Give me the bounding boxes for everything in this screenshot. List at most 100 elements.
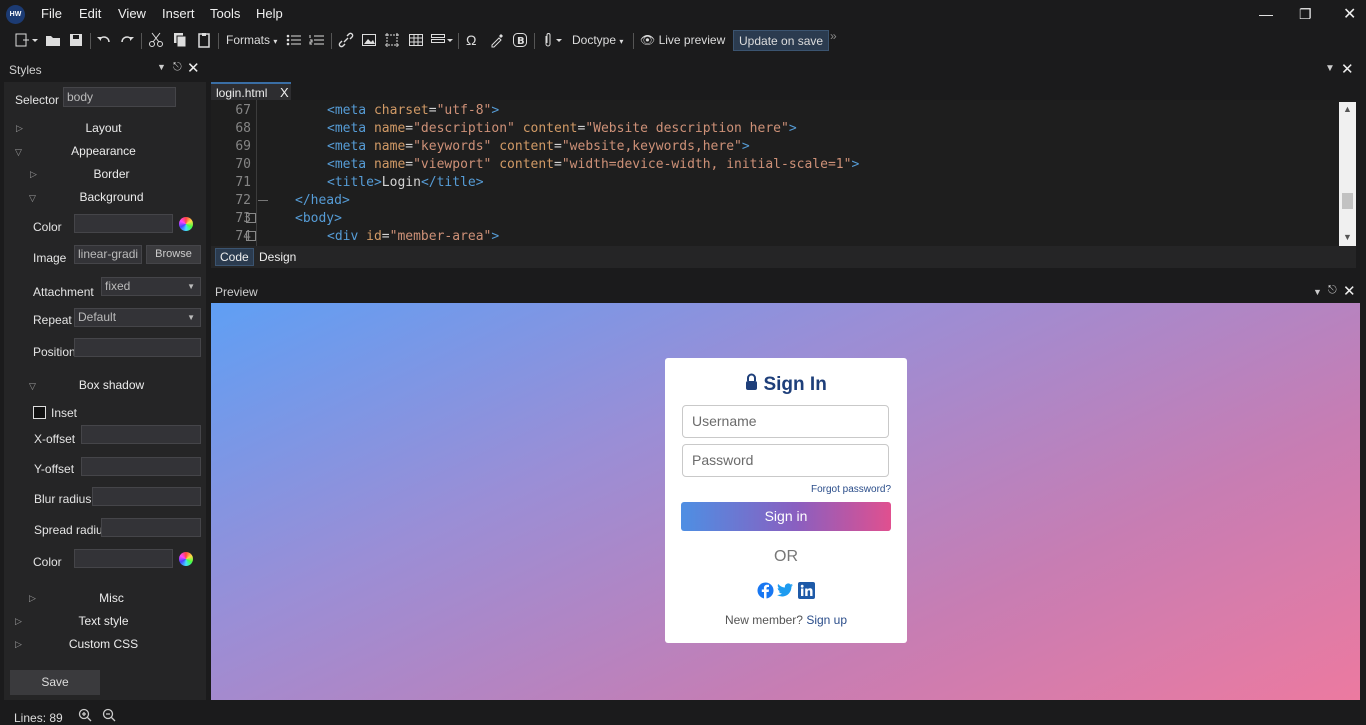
color-wheel-icon[interactable] [179,217,193,231]
blur-radius-input[interactable] [92,487,201,506]
text-style-section[interactable]: Text style [40,614,167,628]
fold-icon[interactable] [246,231,256,241]
attachment-select[interactable]: fixed ▼ [101,277,201,296]
forgot-password-link[interactable]: Forgot password? [811,484,891,495]
panel-menu-icon[interactable]: ▼ [157,62,166,72]
paste-icon[interactable] [196,32,212,49]
shadow-color-input[interactable] [74,549,173,568]
spread-radius-input[interactable] [101,518,201,537]
expand-icon[interactable]: ▷ [29,593,36,604]
y-offset-input[interactable] [81,457,201,476]
editor-menu-icon[interactable]: ▼ [1325,63,1335,74]
open-folder-icon[interactable] [45,32,61,49]
menu-insert[interactable]: Insert [162,6,195,21]
scroll-thumb[interactable] [1342,193,1353,209]
inset-checkbox[interactable] [33,406,46,419]
background-section[interactable]: Background [48,190,175,204]
close-preview-icon[interactable]: ✕ [1343,282,1356,300]
restore-icon[interactable]: ❐ [1299,6,1312,23]
formats-dropdown[interactable]: Formats ▾ [226,32,277,49]
username-input[interactable]: Username [682,405,889,438]
zoom-in-icon[interactable] [78,708,92,725]
color-picker-icon[interactable] [489,32,505,49]
table-icon[interactable] [408,32,424,49]
div-box-icon[interactable] [384,32,400,49]
expand-icon[interactable]: ▷ [16,123,23,134]
numbered-list-icon[interactable] [309,32,325,49]
code-editor[interactable]: 67 68 69 70 71 72 73 74 <meta charset="u… [211,100,1356,246]
attachment-icon[interactable] [541,32,565,49]
tab-code[interactable]: Code [215,248,254,266]
scroll-down-icon[interactable]: ▼ [1343,232,1352,242]
image-icon[interactable] [361,32,377,49]
link-icon[interactable] [338,32,354,49]
update-on-save-button[interactable]: Update on save [733,30,830,51]
save-button[interactable]: Save [10,670,100,695]
pin-icon[interactable]: ⎋ [173,61,182,74]
signup-line: New member? Sign up [665,613,907,627]
facebook-icon[interactable] [757,582,774,602]
x-offset-input[interactable] [81,425,201,444]
scroll-up-icon[interactable]: ▲ [1343,104,1352,114]
pin-icon[interactable]: ⎋ [1328,284,1337,297]
preview-menu-icon[interactable]: ▼ [1313,287,1322,297]
menu-tools[interactable]: Tools [210,6,240,21]
color-wheel-icon[interactable] [179,552,193,566]
close-panel-icon[interactable]: ✕ [187,59,200,77]
cut-icon[interactable] [148,32,164,49]
password-input[interactable]: Password [682,444,889,477]
file-tab[interactable]: login.html X [211,82,291,100]
custom-css-section[interactable]: Custom CSS [40,637,167,651]
expand-icon[interactable]: ▷ [15,639,22,650]
bg-image-input[interactable]: linear-gradi [74,245,142,264]
box-shadow-section[interactable]: Box shadow [48,378,175,392]
new-file-icon[interactable] [14,32,38,49]
sign-in-button[interactable]: Sign in [681,502,891,531]
save-icon[interactable] [68,32,84,49]
copy-icon[interactable] [172,32,188,49]
menu-help[interactable]: Help [256,6,283,21]
doctype-dropdown[interactable]: Doctype ▾ [572,32,623,49]
overflow-chevron-icon[interactable]: » [830,28,837,45]
linkedin-icon[interactable] [798,582,815,602]
collapse-icon[interactable]: ▽ [15,147,22,158]
collapse-icon[interactable]: ▽ [29,381,36,392]
close-editor-icon[interactable]: ✕ [1341,60,1354,78]
bullet-list-icon[interactable] [286,32,302,49]
spread-radius-label: Spread radius [34,523,109,537]
special-char-icon[interactable]: Ω [466,32,476,49]
misc-section[interactable]: Misc [48,591,175,605]
fold-icon[interactable] [246,213,256,223]
close-tab-icon[interactable]: X [280,85,289,100]
inset-label: Inset [51,406,78,420]
border-section[interactable]: Border [48,167,175,181]
collapse-icon[interactable]: ▽ [29,193,36,204]
position-input[interactable] [74,338,201,357]
menu-file[interactable]: File [41,6,62,21]
menu-view[interactable]: View [118,6,146,21]
minimize-icon[interactable]: — [1259,6,1273,22]
editor-scrollbar[interactable]: ▲ ▼ [1339,102,1356,246]
selector-input[interactable]: body [63,87,176,107]
social-icons [757,582,817,600]
sign-up-link[interactable]: Sign up [806,613,847,627]
expand-icon[interactable]: ▷ [15,616,22,627]
tab-design[interactable]: Design [259,250,296,264]
close-window-icon[interactable]: ✕ [1343,4,1356,24]
bg-color-input[interactable] [74,214,173,233]
redo-icon[interactable] [119,32,135,49]
undo-icon[interactable] [96,32,112,49]
form-icon[interactable] [430,32,454,49]
menu-edit[interactable]: Edit [79,6,101,21]
live-preview-toggle[interactable]: 👁 Live preview [640,32,725,49]
layout-section[interactable]: Layout [40,121,167,135]
repeat-select[interactable]: Default ▼ [74,308,201,327]
browse-button[interactable]: Browse [146,245,201,264]
twitter-icon[interactable] [777,583,794,601]
file-tab-label: login.html [216,86,268,100]
bold-icon[interactable]: B [512,32,528,49]
expand-icon[interactable]: ▷ [30,169,37,180]
bg-color-label: Color [33,220,62,234]
zoom-out-icon[interactable] [102,708,116,725]
appearance-section[interactable]: Appearance [40,144,167,158]
